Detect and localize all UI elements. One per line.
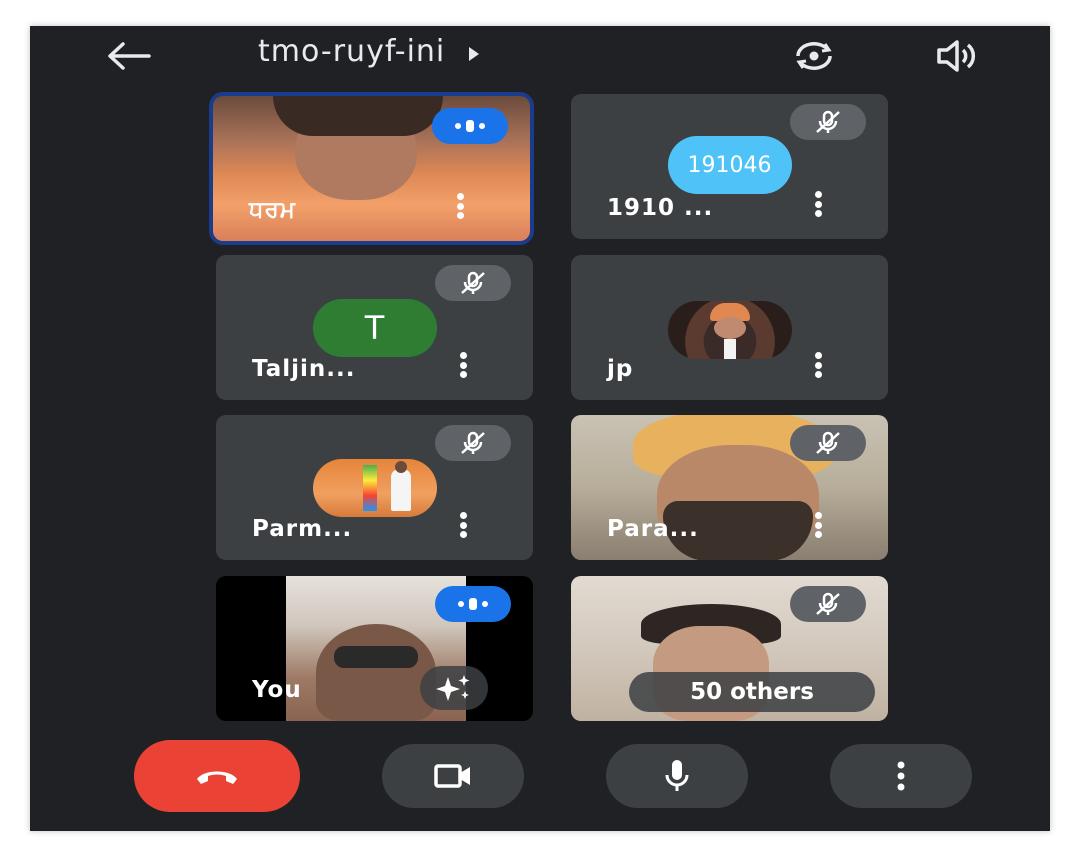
avatar: 191046 [667,136,792,194]
end-call-icon [197,771,237,784]
avatar [312,459,437,517]
participant-name: 1910 ... [607,195,714,221]
speaking-indicator [432,108,508,144]
speaking-indicator [435,586,511,622]
others-count-badge[interactable]: 50 others [629,672,875,712]
caret-right-icon [469,46,480,61]
participant-name: Taljin... [252,356,356,382]
more-options-icon[interactable] [459,512,467,538]
more-options-button[interactable] [830,744,972,808]
mic-toggle-button[interactable] [606,744,748,808]
avatar [667,301,792,359]
participant-name: You [252,677,302,703]
participant-name: Parm... [252,516,353,542]
visual-effects-button[interactable] [420,666,488,710]
participant-tile[interactable]: T Taljin... [216,255,533,400]
participant-tile[interactable]: Parm... [216,415,533,560]
more-options-icon[interactable] [814,512,822,538]
meeting-title[interactable]: tmo-ruyf-ini [258,34,480,69]
mic-off-icon [790,586,866,622]
participant-name: Para... [607,516,699,542]
meet-screen: tmo-ruyf-ini ਧਰਮ 191046 1910 ... T Talji… [30,26,1050,831]
mic-off-icon [790,104,866,140]
sparkle-effects-icon [436,675,470,701]
video-camera-icon [434,764,470,788]
camera-toggle-button[interactable] [382,744,524,808]
participant-tile[interactable]: ਧਰਮ [209,92,534,245]
more-options-icon[interactable] [814,352,822,378]
more-options-icon[interactable] [814,191,822,217]
mic-off-icon [790,425,866,461]
more-options-icon[interactable] [459,352,467,378]
participant-tile[interactable]: Para... [571,415,888,560]
speaker-icon [937,40,976,72]
flip-camera-icon [796,42,832,70]
microphone-icon [665,760,689,791]
switch-camera-button[interactable] [792,36,836,76]
meeting-code: tmo-ruyf-ini [258,34,446,69]
mic-off-icon [435,425,511,461]
arrow-left-icon [108,42,151,70]
participant-tile[interactable]: jp [571,255,888,400]
participant-tile[interactable]: 191046 1910 ... [571,94,888,239]
audio-output-button[interactable] [935,36,979,76]
back-button[interactable] [102,36,154,76]
mic-off-icon [435,265,511,301]
end-call-button[interactable] [134,740,300,812]
avatar: T [312,299,437,357]
more-options-icon[interactable] [456,193,464,219]
top-bar: tmo-ruyf-ini [30,26,1050,86]
participant-name: ਧਰਮ [249,197,296,223]
participant-tile-self[interactable]: You [216,576,533,721]
more-vertical-icon [897,761,905,791]
participant-name: jp [607,356,634,382]
others-tile[interactable]: 50 others [571,576,888,721]
